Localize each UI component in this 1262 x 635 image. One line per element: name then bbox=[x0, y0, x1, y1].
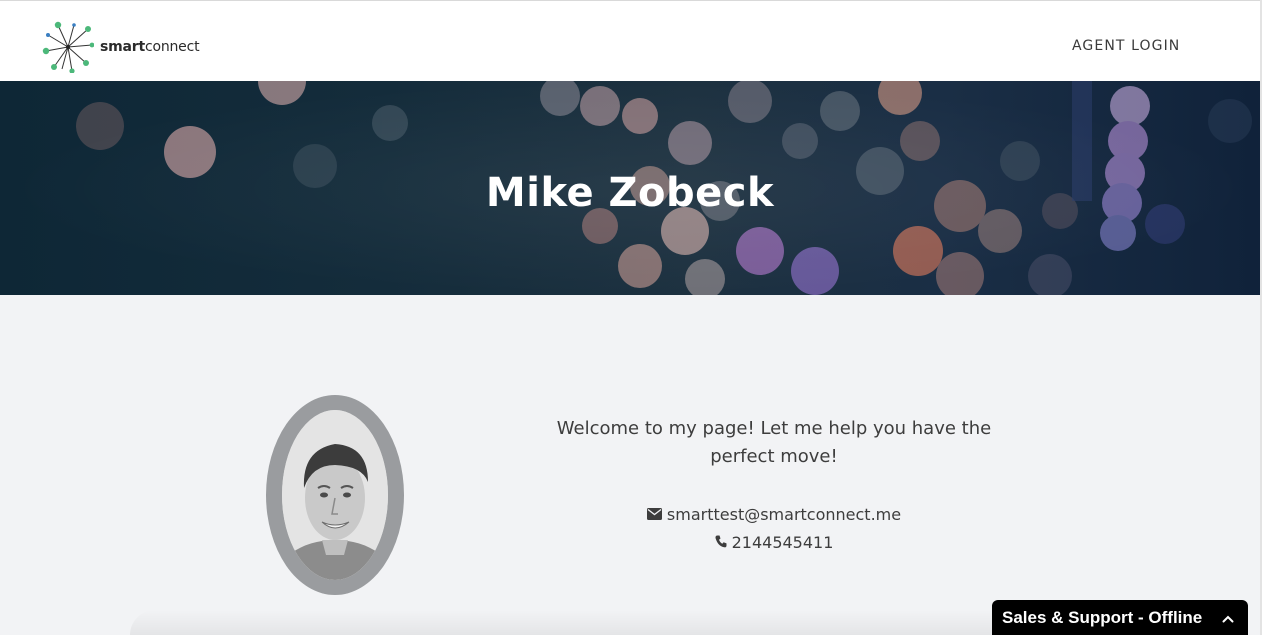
email-link[interactable]: smarttest@smartconnect.me bbox=[667, 505, 901, 524]
envelope-icon bbox=[646, 505, 662, 524]
agent-portrait-photo bbox=[282, 410, 388, 580]
hero-banner: Mike Zobeck bbox=[0, 81, 1260, 295]
top-navbar: smartconnect AGENT LOGIN bbox=[0, 0, 1262, 81]
contact-email-row: smarttest@smartconnect.me bbox=[548, 505, 1000, 524]
welcome-message: Welcome to my page! Let me help you have… bbox=[556, 418, 992, 467]
smartconnect-logo[interactable]: smartconnect bbox=[42, 21, 200, 73]
avatar bbox=[266, 395, 404, 595]
logo-wordmark: smartconnect bbox=[100, 39, 200, 55]
phone-icon bbox=[715, 533, 727, 552]
chevron-up-icon bbox=[1222, 608, 1234, 627]
phone-link[interactable]: 2144545411 bbox=[732, 533, 834, 552]
chat-widget-label: Sales & Support - Offline bbox=[1002, 607, 1203, 627]
page-title: Mike Zobeck bbox=[485, 170, 775, 216]
card-shadow bbox=[130, 610, 1130, 635]
starburst-logo-icon bbox=[42, 21, 94, 73]
contact-phone-row: 2144545411 bbox=[548, 533, 1000, 552]
chat-widget-button[interactable]: Sales & Support - Offline bbox=[992, 600, 1248, 635]
agent-login-link[interactable]: AGENT LOGIN bbox=[1072, 38, 1180, 54]
